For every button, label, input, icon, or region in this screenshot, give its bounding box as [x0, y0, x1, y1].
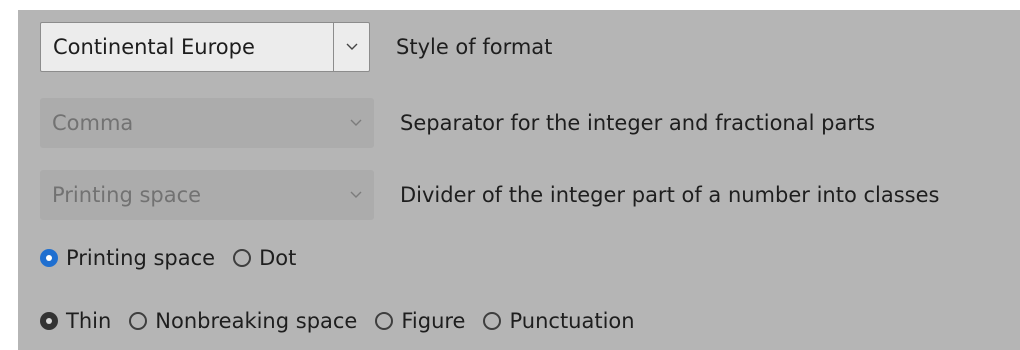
format-style-row: Continental Europe Style of format: [40, 22, 552, 72]
radio-label: Punctuation: [509, 309, 635, 333]
radio-label: Thin: [66, 309, 112, 333]
radio-punctuation[interactable]: Punctuation: [483, 309, 635, 333]
decimal-separator-value: Comma: [52, 111, 134, 135]
radio-selected-icon[interactable]: [40, 312, 58, 330]
radio-printing-space[interactable]: Printing space: [40, 246, 215, 270]
group-divider-row: Printing space Divider of the integer pa…: [40, 170, 939, 220]
chevron-down-icon[interactable]: [338, 98, 374, 148]
divider-type-radio-group: Printing space Dot: [40, 243, 314, 273]
chevron-down-icon[interactable]: [333, 23, 369, 71]
radio-label: Nonbreaking space: [155, 309, 358, 333]
radio-unselected-icon[interactable]: [233, 249, 252, 267]
radio-selected-icon[interactable]: [40, 249, 58, 267]
chevron-down-icon[interactable]: [338, 170, 374, 220]
format-style-dropdown[interactable]: Continental Europe: [40, 22, 370, 72]
radio-unselected-icon[interactable]: [483, 312, 502, 330]
decimal-separator-row: Comma Separator for the integer and frac…: [40, 98, 875, 148]
radio-thin[interactable]: Thin: [40, 309, 111, 333]
radio-label: Dot: [259, 246, 297, 270]
radio-unselected-icon[interactable]: [129, 312, 148, 330]
radio-nonbreaking-space[interactable]: Nonbreaking space: [129, 309, 357, 333]
group-divider-value: Printing space: [52, 183, 202, 207]
format-style-value: Continental Europe: [53, 35, 255, 59]
format-style-label: Style of format: [396, 35, 553, 59]
space-type-radio-group: Thin Nonbreaking space Figure Punctuatio…: [40, 306, 653, 336]
number-format-panel: Continental Europe Style of format Comma…: [18, 10, 1020, 350]
radio-unselected-icon[interactable]: [375, 312, 394, 330]
group-divider-label: Divider of the integer part of a number …: [400, 183, 940, 207]
decimal-separator-label: Separator for the integer and fractional…: [400, 111, 876, 135]
radio-figure[interactable]: Figure: [375, 309, 465, 333]
radio-label: Printing space: [66, 246, 216, 270]
radio-dot[interactable]: Dot: [233, 246, 296, 270]
radio-label: Figure: [401, 309, 466, 333]
decimal-separator-dropdown[interactable]: Comma: [40, 98, 374, 148]
group-divider-dropdown[interactable]: Printing space: [40, 170, 374, 220]
